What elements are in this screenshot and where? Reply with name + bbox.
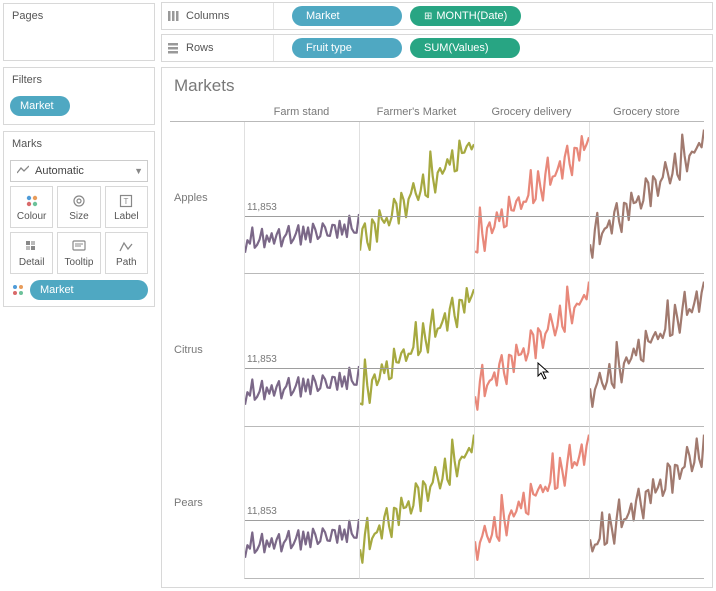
reference-line xyxy=(360,216,474,217)
marks-card: Marks Automatic ▼ Colour Size T Label xyxy=(3,131,155,307)
reference-line xyxy=(360,368,474,369)
columns-shelf[interactable]: Columns Market ⊞MONTH(Date) xyxy=(161,2,713,30)
marks-size-button[interactable]: Size xyxy=(57,186,100,228)
reference-line xyxy=(245,520,359,521)
caret-down-icon: ▼ xyxy=(134,166,143,176)
filters-title: Filters xyxy=(4,68,154,92)
chart-panel[interactable] xyxy=(474,274,589,426)
chart-panel[interactable]: 11,853 xyxy=(244,274,359,426)
row-pill-sum-values[interactable]: SUM(Values) xyxy=(410,38,520,58)
marks-size-label: Size xyxy=(69,211,88,222)
reference-line xyxy=(475,216,589,217)
rows-shelf[interactable]: Rows Fruit type SUM(Values) xyxy=(161,34,713,62)
marks-label-button[interactable]: T Label xyxy=(105,186,148,228)
size-icon xyxy=(71,193,87,209)
reference-line xyxy=(245,368,359,369)
marks-tooltip-button[interactable]: Tooltip xyxy=(57,232,100,274)
colour-dots-icon xyxy=(10,282,26,298)
reference-line-label: 11,853 xyxy=(247,506,277,517)
reference-line-label: 11,853 xyxy=(247,354,277,365)
svg-text:T: T xyxy=(124,197,129,206)
col-pill-month-date[interactable]: ⊞MONTH(Date) xyxy=(410,6,521,26)
label-icon: T xyxy=(118,193,134,209)
row-header[interactable]: Citrus xyxy=(170,274,244,426)
reference-line-label: 11,853 xyxy=(247,202,277,213)
chart-panel[interactable] xyxy=(589,274,704,426)
plus-icon: ⊞ xyxy=(424,11,432,22)
reference-line xyxy=(360,520,474,521)
marks-title: Marks xyxy=(4,132,154,156)
detail-icon xyxy=(24,239,40,255)
automatic-line-icon xyxy=(17,165,29,178)
marks-type-dropdown[interactable]: Automatic ▼ xyxy=(10,160,148,182)
marks-path-button[interactable]: Path xyxy=(105,232,148,274)
chart-panel[interactable] xyxy=(589,427,704,579)
reference-line xyxy=(590,520,704,521)
chart-panel[interactable] xyxy=(359,274,474,426)
chart-panel[interactable] xyxy=(589,122,704,274)
marks-colour-label: Colour xyxy=(17,211,46,222)
row-pill-fruit-type[interactable]: Fruit type xyxy=(292,38,402,58)
col-header[interactable]: Farm stand xyxy=(244,102,359,122)
marks-type-label: Automatic xyxy=(35,165,84,177)
marks-tooltip-label: Tooltip xyxy=(65,257,94,268)
row-header[interactable]: Apples xyxy=(170,122,244,274)
pages-shelf[interactable]: Pages xyxy=(3,3,155,61)
marks-label-label: Label xyxy=(114,211,138,222)
filter-pill-market[interactable]: Market xyxy=(10,96,70,116)
tooltip-icon xyxy=(71,239,87,255)
col-header[interactable]: Grocery delivery xyxy=(474,102,589,122)
chart-panel[interactable] xyxy=(474,122,589,274)
columns-icon xyxy=(162,9,184,23)
marks-detail-button[interactable]: Detail xyxy=(10,232,53,274)
filters-shelf[interactable]: Filters Market xyxy=(3,67,155,125)
col-header[interactable]: Farmer's Market xyxy=(359,102,474,122)
rows-icon xyxy=(162,41,184,55)
sheet-title[interactable]: Markets xyxy=(174,76,704,96)
col-header[interactable]: Grocery store xyxy=(589,102,704,122)
chart-panel[interactable]: 11,853 xyxy=(244,427,359,579)
rows-label: Rows xyxy=(184,35,274,61)
reference-line xyxy=(475,520,589,521)
marks-colour-button[interactable]: Colour xyxy=(10,186,53,228)
reference-line xyxy=(245,216,359,217)
marks-detail-label: Detail xyxy=(19,257,45,268)
chart-panel[interactable] xyxy=(359,122,474,274)
colour-icon xyxy=(24,193,40,209)
chart-panel[interactable]: 11,853 xyxy=(244,122,359,274)
col-pill-market[interactable]: Market xyxy=(292,6,402,26)
reference-line xyxy=(590,216,704,217)
reference-line xyxy=(590,368,704,369)
viz-canvas[interactable]: Markets Farm standFarmer's MarketGrocery… xyxy=(161,67,713,588)
pages-title: Pages xyxy=(4,4,154,28)
chart-panel[interactable] xyxy=(474,427,589,579)
path-icon xyxy=(118,239,134,255)
row-header[interactable]: Pears xyxy=(170,427,244,579)
marks-path-label: Path xyxy=(116,257,137,268)
chart-panel[interactable] xyxy=(359,427,474,579)
reference-line xyxy=(475,368,589,369)
marks-colour-pill-market[interactable]: Market xyxy=(30,280,148,300)
columns-label: Columns xyxy=(184,3,274,29)
